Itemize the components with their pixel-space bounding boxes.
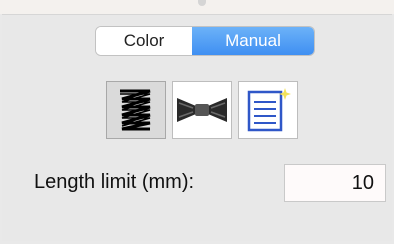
zigzag-stitch-button[interactable] (106, 81, 166, 139)
segment-manual[interactable]: Manual (192, 27, 314, 55)
length-limit-input[interactable]: 10 (284, 164, 386, 202)
window-top-strip (0, 0, 394, 14)
segment-color[interactable]: Color (96, 27, 192, 55)
mode-segmented-control: Color Manual (96, 27, 314, 55)
zigzag-stitch-icon (120, 89, 151, 131)
bowtie-stitch-button[interactable] (172, 81, 232, 139)
length-limit-label: Length limit (mm): (34, 171, 195, 193)
settings-panel: Color Manual Length limit (mm): 10 (2, 14, 392, 241)
list-pattern-button[interactable] (238, 81, 298, 139)
bowtie-stitch-icon (177, 98, 227, 122)
list-pattern-icon (247, 88, 291, 132)
